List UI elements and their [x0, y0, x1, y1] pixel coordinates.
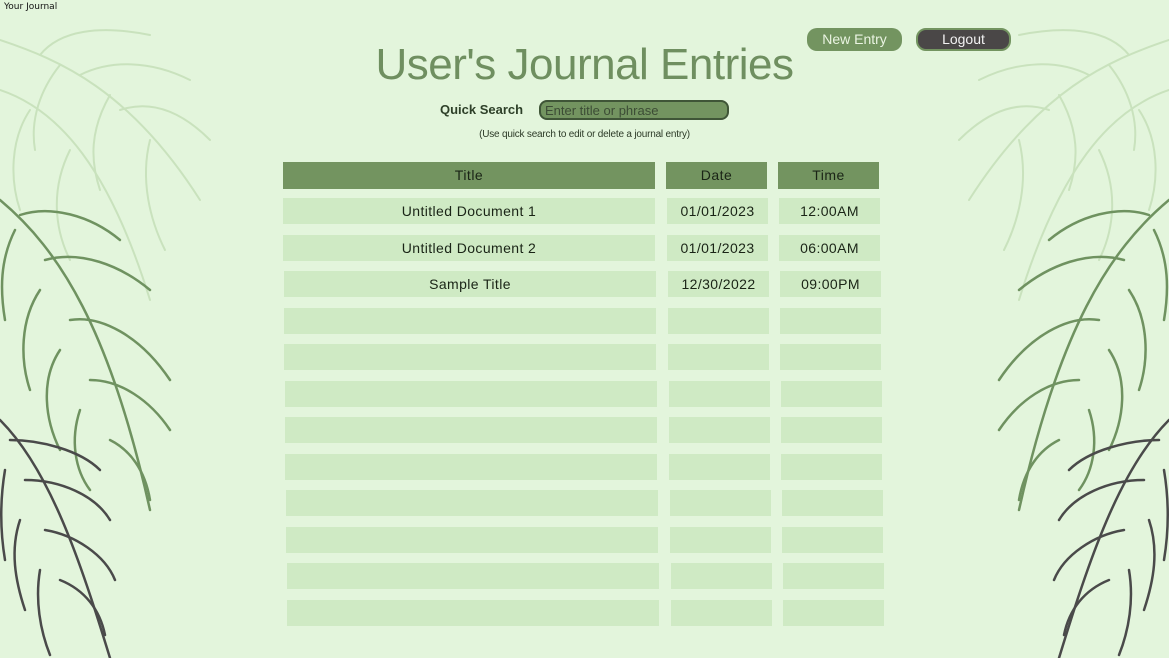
column-header-title[interactable]: Title [283, 162, 655, 189]
cell-title[interactable] [287, 563, 659, 589]
cell-title[interactable]: Sample Title [284, 271, 656, 297]
cell-time[interactable] [781, 417, 882, 443]
cell-date[interactable] [669, 381, 770, 407]
cell-title[interactable] [284, 308, 656, 334]
cell-date[interactable] [671, 563, 772, 589]
cell-time[interactable] [781, 454, 882, 480]
cell-title[interactable]: Untitled Document 2 [283, 235, 655, 261]
cell-date[interactable] [670, 527, 771, 553]
column-header-date[interactable]: Date [666, 162, 767, 189]
quick-search-label: Quick Search [440, 102, 524, 117]
cell-time[interactable]: 12:00AM [779, 198, 880, 224]
cell-date[interactable]: 01/01/2023 [667, 198, 768, 224]
cell-title[interactable] [286, 490, 658, 516]
cell-time[interactable] [780, 308, 881, 334]
quick-search-input[interactable] [539, 100, 729, 120]
cell-title[interactable] [285, 417, 657, 443]
cell-title[interactable]: Untitled Document 1 [283, 198, 655, 224]
cell-date[interactable] [669, 417, 770, 443]
cell-time[interactable]: 09:00PM [780, 271, 881, 297]
cell-date[interactable] [669, 454, 770, 480]
cell-title[interactable] [284, 344, 656, 370]
cell-date[interactable] [668, 308, 769, 334]
cell-title[interactable] [287, 600, 659, 626]
cell-time[interactable] [781, 381, 882, 407]
cell-time[interactable]: 06:00AM [779, 235, 880, 261]
cell-date[interactable]: 01/01/2023 [667, 235, 768, 261]
cell-time[interactable] [783, 600, 884, 626]
column-header-time[interactable]: Time [778, 162, 879, 189]
cell-time[interactable] [780, 344, 881, 370]
logout-button[interactable]: Logout [916, 28, 1011, 51]
cell-time[interactable] [783, 563, 884, 589]
cell-date[interactable] [670, 490, 771, 516]
new-entry-button[interactable]: New Entry [807, 28, 902, 51]
cell-time[interactable] [782, 490, 883, 516]
fern-leaves-right [958, 29, 1169, 658]
cell-title[interactable] [285, 454, 657, 480]
cell-date[interactable] [671, 600, 772, 626]
fern-leaves-left [0, 29, 211, 658]
cell-date[interactable]: 12/30/2022 [668, 271, 769, 297]
cell-title[interactable] [285, 381, 657, 407]
search-hint: (Use quick search to edit or delete a jo… [479, 129, 690, 140]
cell-date[interactable] [668, 344, 769, 370]
cell-time[interactable] [782, 527, 883, 553]
cell-title[interactable] [286, 527, 658, 553]
